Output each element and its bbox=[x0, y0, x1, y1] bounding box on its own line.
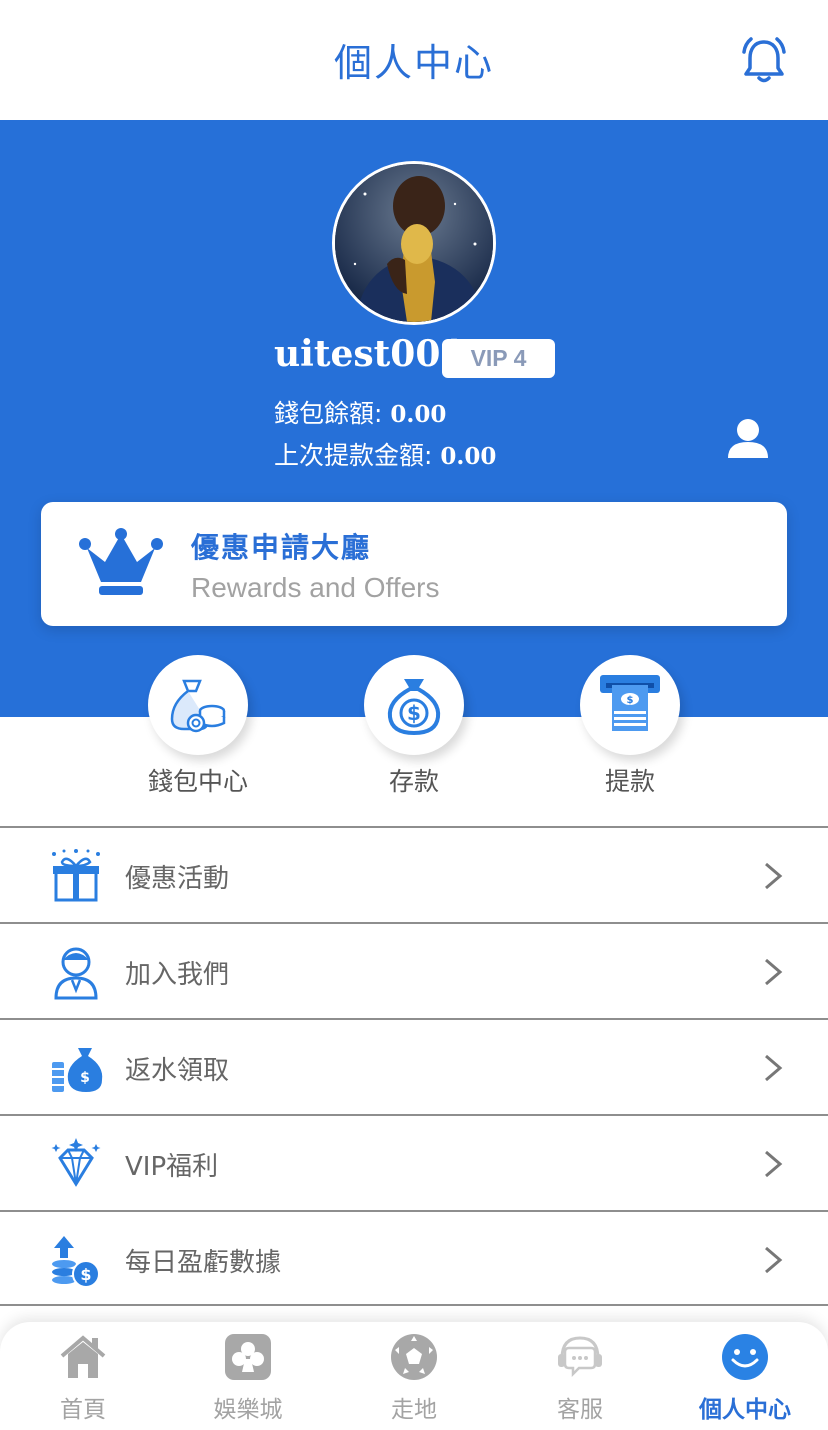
nav-live-label: 走地 bbox=[391, 1397, 437, 1423]
last-withdraw-label: 上次提款金額: bbox=[274, 441, 441, 470]
vip-badge: VIP 4 bbox=[442, 339, 555, 378]
dollar-bag-icon: $ bbox=[387, 679, 441, 736]
soccer-ball-icon bbox=[391, 1334, 437, 1380]
withdraw-label: 提款 bbox=[604, 767, 655, 796]
chevron-right-icon bbox=[765, 958, 783, 986]
wallet-balance-label: 錢包餘額: bbox=[274, 399, 391, 428]
username: uitest001 bbox=[274, 333, 466, 375]
menu-item-label: 加入我們 bbox=[125, 960, 230, 990]
rewards-card[interactable]: 優惠申請大廳 Rewards and Offers bbox=[41, 502, 787, 626]
svg-text:$: $ bbox=[80, 1265, 91, 1284]
menu-item-join-us[interactable]: 加入我們 bbox=[0, 922, 828, 1018]
menu-item-label: 每日盈虧數據 bbox=[125, 1248, 282, 1278]
chevron-right-icon bbox=[765, 862, 783, 890]
chevron-right-icon bbox=[765, 1054, 783, 1082]
nav-home-label: 首頁 bbox=[60, 1397, 106, 1423]
support-chat-icon bbox=[558, 1336, 602, 1378]
nav-home[interactable]: 首頁 bbox=[23, 1332, 143, 1428]
rebate-bag-icon: $ bbox=[52, 1048, 103, 1092]
coins-upload-icon: $ bbox=[52, 1236, 100, 1288]
wallet-balance-value: 0.00 bbox=[390, 401, 447, 428]
avatar[interactable] bbox=[332, 161, 496, 325]
last-withdraw: 上次提款金額: 0.00 bbox=[274, 436, 496, 472]
menu-item-promotions[interactable]: 優惠活動 bbox=[0, 826, 828, 922]
wallet-center-button[interactable] bbox=[148, 655, 248, 755]
casino-icon bbox=[225, 1334, 271, 1380]
last-withdraw-value: 0.00 bbox=[440, 443, 497, 470]
atm-cash-icon: $ bbox=[600, 675, 660, 731]
top-header: 個人中心 bbox=[0, 0, 828, 120]
menu-item-label: 優惠活動 bbox=[125, 864, 230, 894]
diamond-icon bbox=[51, 1138, 101, 1187]
menu-item-vip-benefits[interactable]: VIP福利 bbox=[0, 1114, 828, 1210]
svg-text:$: $ bbox=[627, 695, 634, 706]
rewards-subtitle: Rewards and Offers bbox=[191, 572, 440, 603]
menu-item-label: 返水領取 bbox=[125, 1056, 230, 1086]
menu-item-daily-pnl[interactable]: $ 每日盈虧數據 bbox=[0, 1210, 828, 1306]
svg-text:$: $ bbox=[80, 1070, 90, 1086]
wallet-balance: 錢包餘額: 0.00 bbox=[274, 394, 446, 430]
bottom-navigation: 首頁 娛樂城 走地 客服 個人中心 bbox=[0, 1322, 828, 1430]
nav-support[interactable]: 客服 bbox=[520, 1332, 640, 1428]
menu-item-rebate[interactable]: $ 返水領取 bbox=[0, 1018, 828, 1114]
nav-support-label: 客服 bbox=[557, 1397, 603, 1423]
bell-icon[interactable] bbox=[738, 34, 790, 86]
nav-casino[interactable]: 娛樂城 bbox=[188, 1332, 308, 1428]
home-icon bbox=[60, 1335, 106, 1378]
chevron-right-icon bbox=[765, 1150, 783, 1178]
page-title: 個人中心 bbox=[333, 41, 494, 85]
deposit-label: 存款 bbox=[388, 767, 439, 796]
crown-icon bbox=[79, 528, 163, 595]
profile-section: uitest001 VIP 4 錢包餘額: 0.00 上次提款金額: 0.00 bbox=[0, 120, 828, 717]
chevron-right-icon bbox=[765, 1246, 783, 1274]
user-profile-icon[interactable] bbox=[726, 418, 770, 458]
nav-live[interactable]: 走地 bbox=[354, 1332, 474, 1428]
nav-profile[interactable]: 個人中心 bbox=[685, 1332, 805, 1428]
rewards-title: 優惠申請大廳 bbox=[191, 531, 372, 564]
gift-icon bbox=[52, 849, 100, 902]
nav-profile-label: 個人中心 bbox=[699, 1397, 791, 1423]
menu-list: 優惠活動 加入我們 $ 返水領取 VIP福利 $ 每日盈虧數據 bbox=[0, 826, 828, 1306]
money-bag-coins-icon bbox=[170, 679, 226, 733]
smile-icon bbox=[722, 1334, 768, 1380]
nav-casino-label: 娛樂城 bbox=[213, 1397, 283, 1423]
withdraw-button[interactable]: $ bbox=[580, 655, 680, 755]
menu-item-label: VIP福利 bbox=[125, 1152, 219, 1182]
agent-icon bbox=[54, 947, 98, 1000]
deposit-button[interactable]: $ bbox=[364, 655, 464, 755]
wallet-center-label: 錢包中心 bbox=[147, 767, 248, 796]
svg-text:$: $ bbox=[407, 701, 421, 725]
